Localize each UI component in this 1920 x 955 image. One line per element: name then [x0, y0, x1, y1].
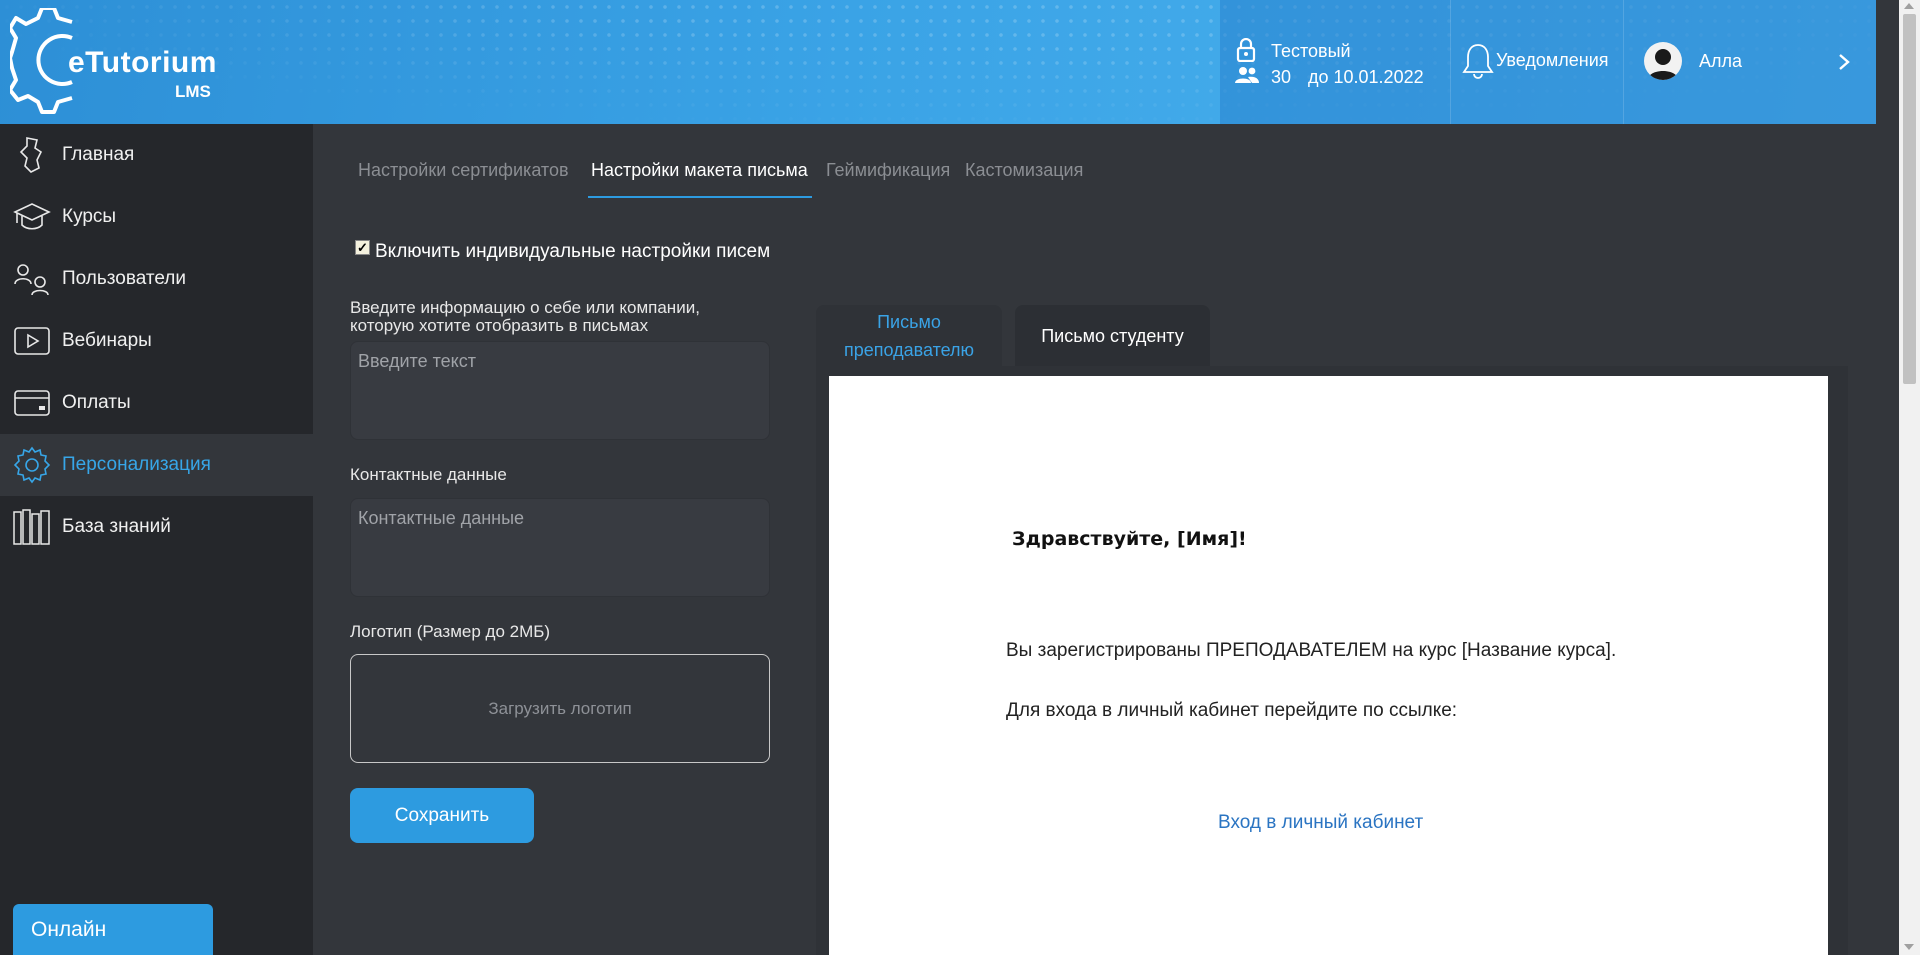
about-label-line1: Введите информацию о себе или компании, — [350, 298, 700, 317]
active-tab-underline — [588, 196, 812, 198]
individual-settings-label: Включить индивидуальные настройки писем — [375, 241, 771, 262]
sidebar-item-webinars[interactable]: Вебинары — [0, 310, 313, 372]
online-button[interactable]: Онлайн — [13, 904, 213, 955]
graduation-cap-icon — [12, 197, 52, 237]
sidebar-item-users[interactable]: Пользователи — [0, 248, 313, 310]
tab-customization[interactable]: Кастомизация — [965, 160, 1083, 181]
sidebar-item-home[interactable]: Главная — [0, 124, 313, 186]
letter-body-line1: Вы зарегистрированы ПРЕПОДАВАТЕЛЕМ на ку… — [1006, 640, 1617, 661]
letter-greeting: Здравствуйте, [Имя]! — [1012, 528, 1247, 550]
sidebar-item-courses[interactable]: Курсы — [0, 186, 313, 248]
lock-icon — [1236, 38, 1256, 62]
home-map-icon — [12, 135, 52, 175]
individual-settings-checkbox[interactable]: ✓ — [355, 240, 370, 255]
sidebar-item-label: Пользователи — [62, 268, 187, 289]
notifications-button[interactable]: Уведомления — [1462, 40, 1612, 80]
chevron-right-icon — [1839, 54, 1850, 70]
plan-name: Тестовый — [1271, 41, 1351, 61]
avatar — [1644, 42, 1682, 80]
letter-body-line2: Для входа в личный кабинет перейдите по … — [1006, 700, 1458, 721]
user-name: Алла — [1699, 51, 1743, 71]
users-icon — [12, 259, 52, 299]
plan-valid-until: до 10.01.2022 — [1308, 67, 1424, 87]
sidebar-item-personalization[interactable]: Персонализация — [0, 434, 313, 496]
sidebar-item-label: База знаний — [62, 516, 171, 537]
tab-gamification[interactable]: Геймификация — [826, 160, 950, 181]
letter-preview-paper — [829, 376, 1828, 955]
letter-login-link[interactable]: Вход в личный кабинет — [1218, 812, 1423, 834]
sidebar-item-label: Оплаты — [62, 392, 131, 413]
scroll-down-icon[interactable] — [1904, 944, 1914, 950]
users-count-icon — [1235, 67, 1259, 83]
contacts-label: Контактные данные — [350, 465, 507, 484]
credit-card-icon — [12, 383, 52, 423]
header-divider — [1450, 0, 1451, 124]
gear-icon — [12, 445, 52, 485]
logo-text: eTutorium — [68, 46, 217, 79]
page-gutter — [1876, 0, 1899, 955]
tab-letter-teacher-line1: Письмо — [877, 312, 941, 332]
tab-letter-teacher-line2: преподавателю — [843, 340, 975, 360]
notifications-label: Уведомления — [1496, 50, 1609, 70]
tab-letter-student[interactable]: Письмо студенту — [1015, 305, 1210, 367]
sidebar-item-payments[interactable]: Оплаты — [0, 372, 313, 434]
tab-letter-teacher[interactable]: Письмо преподавателю — [816, 305, 1002, 367]
save-button[interactable]: Сохранить — [350, 788, 534, 843]
sidebar-item-label: Вебинары — [62, 330, 152, 351]
sidebar: Главная Курсы Пользователи Вебинары Опла… — [0, 124, 313, 955]
upload-logo-button[interactable]: Загрузить логотип — [350, 654, 770, 763]
logo-subtext: LMS — [175, 82, 211, 101]
bell-icon — [1462, 44, 1494, 79]
header-divider — [1623, 0, 1624, 124]
scroll-up-icon[interactable] — [1904, 3, 1914, 9]
users-count: 30 — [1271, 67, 1292, 87]
play-icon — [12, 321, 52, 361]
tab-letter-layout[interactable]: Настройки макета письма — [591, 160, 808, 181]
sidebar-item-label: Главная — [62, 144, 135, 165]
sidebar-item-label: Курсы — [62, 206, 117, 227]
tab-certificates[interactable]: Настройки сертификатов — [358, 160, 569, 181]
about-label-line2: которую хотите отобразить в письмах — [350, 316, 649, 335]
logo-label: Логотип (Размер до 2МБ) — [350, 622, 551, 641]
books-icon — [12, 507, 52, 547]
sidebar-item-label: Персонализация — [62, 454, 211, 475]
app-logo[interactable]: eTutorium LMS — [10, 8, 230, 118]
upload-logo-label: Загрузить логотип — [488, 698, 632, 718]
user-avatar-icon — [1648, 49, 1678, 80]
user-menu[interactable]: Алла — [1644, 42, 1854, 82]
contacts-textarea[interactable] — [350, 498, 770, 597]
sidebar-item-knowledge-base[interactable]: База знаний — [0, 496, 313, 558]
scrollbar-thumb[interactable] — [1903, 14, 1916, 384]
about-textarea[interactable] — [350, 341, 770, 440]
app-header: eTutorium LMS Тестовый 30 до 10.01.2022 … — [0, 0, 1876, 124]
